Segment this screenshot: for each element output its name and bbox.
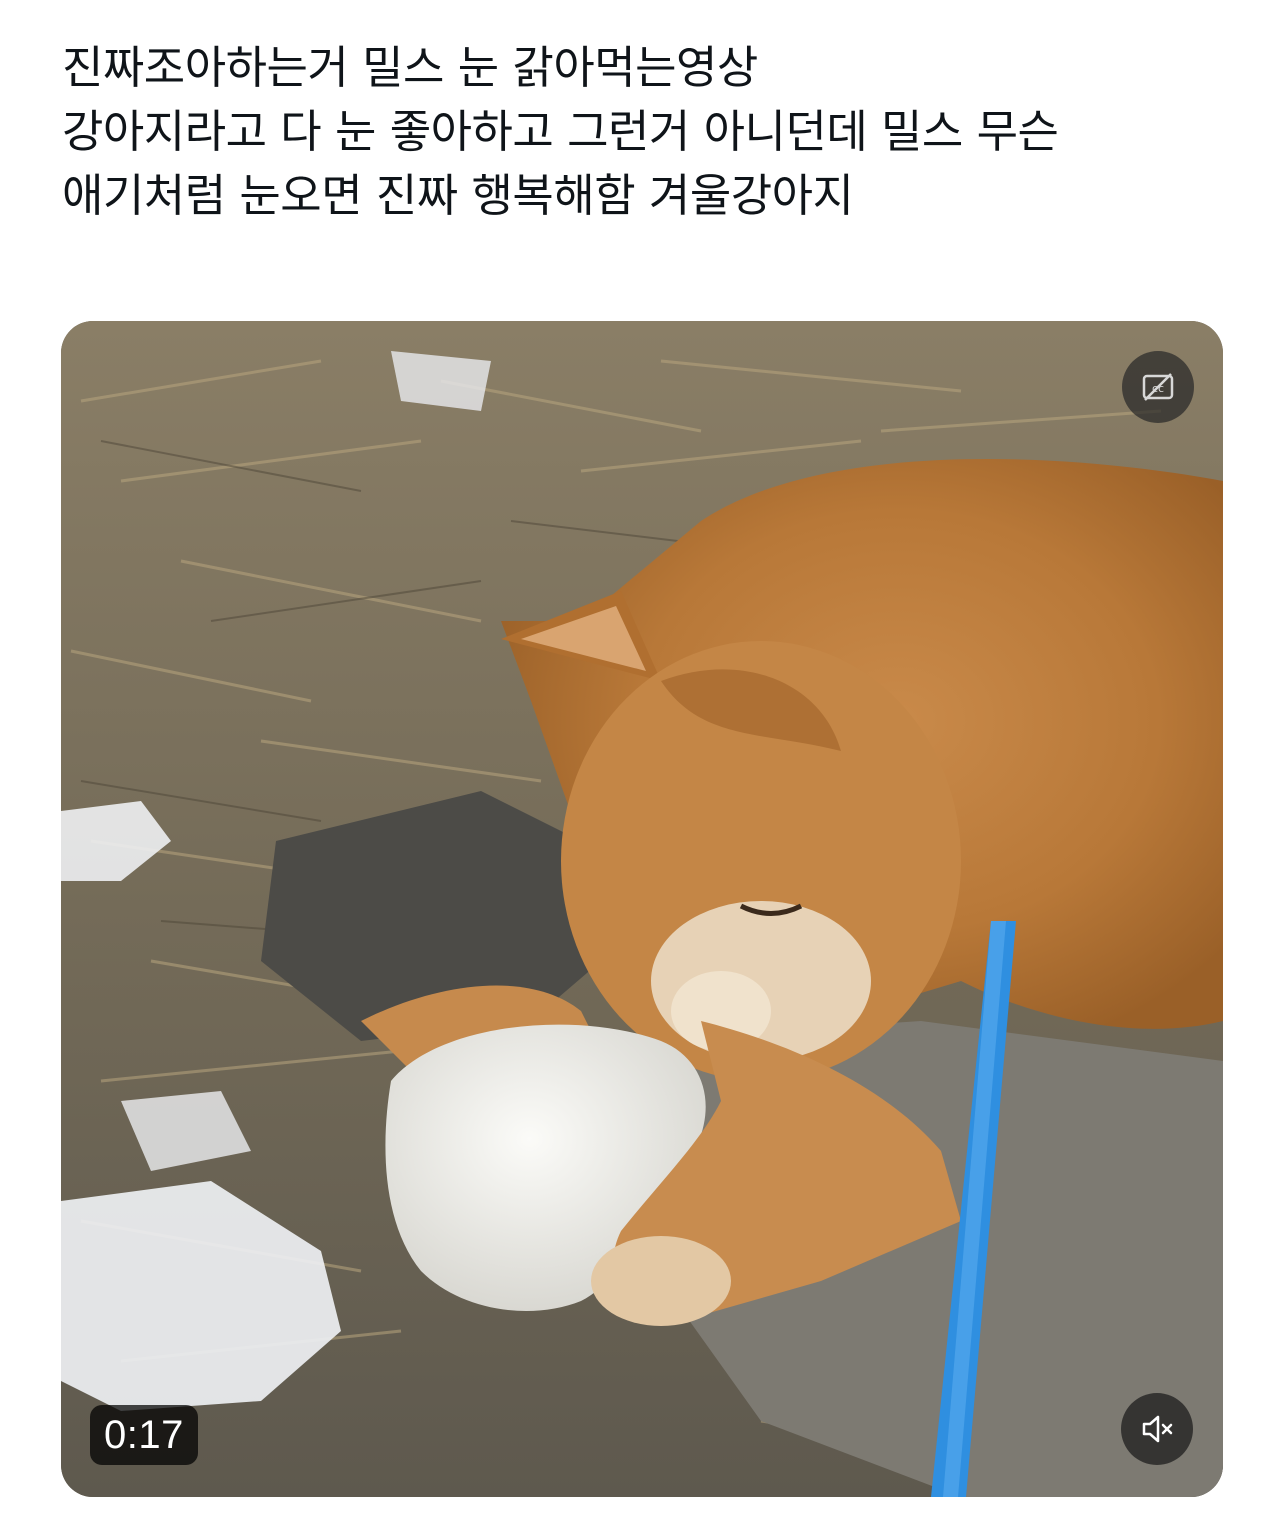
video-player[interactable]: cc 0:17 — [61, 321, 1223, 1497]
volume-muted-icon — [1142, 1415, 1173, 1443]
captions-button[interactable]: cc — [1122, 351, 1194, 423]
post-text: 진짜조아하는거 밀스 눈 갉아먹는영상 강아지라고 다 눈 좋아하고 그런거 아… — [62, 36, 1232, 228]
video-frame — [61, 321, 1223, 1497]
tweet-page: 진짜조아하는거 밀스 눈 갉아먹는영상 강아지라고 다 눈 좋아하고 그런거 아… — [0, 0, 1284, 1540]
post-text-line-1: 진짜조아하는거 밀스 눈 갉아먹는영상 — [62, 41, 758, 94]
mute-toggle-button[interactable] — [1121, 1393, 1193, 1465]
captions-off-icon: cc — [1142, 373, 1174, 401]
post-text-line-2: 강아지라고 다 눈 좋아하고 그런거 아니던데 밀스 무슨 — [62, 105, 1059, 158]
video-timestamp: 0:17 — [90, 1405, 198, 1465]
post-text-line-3: 애기처럼 눈오면 진짜 행복해함 겨울강아지 — [62, 169, 854, 222]
